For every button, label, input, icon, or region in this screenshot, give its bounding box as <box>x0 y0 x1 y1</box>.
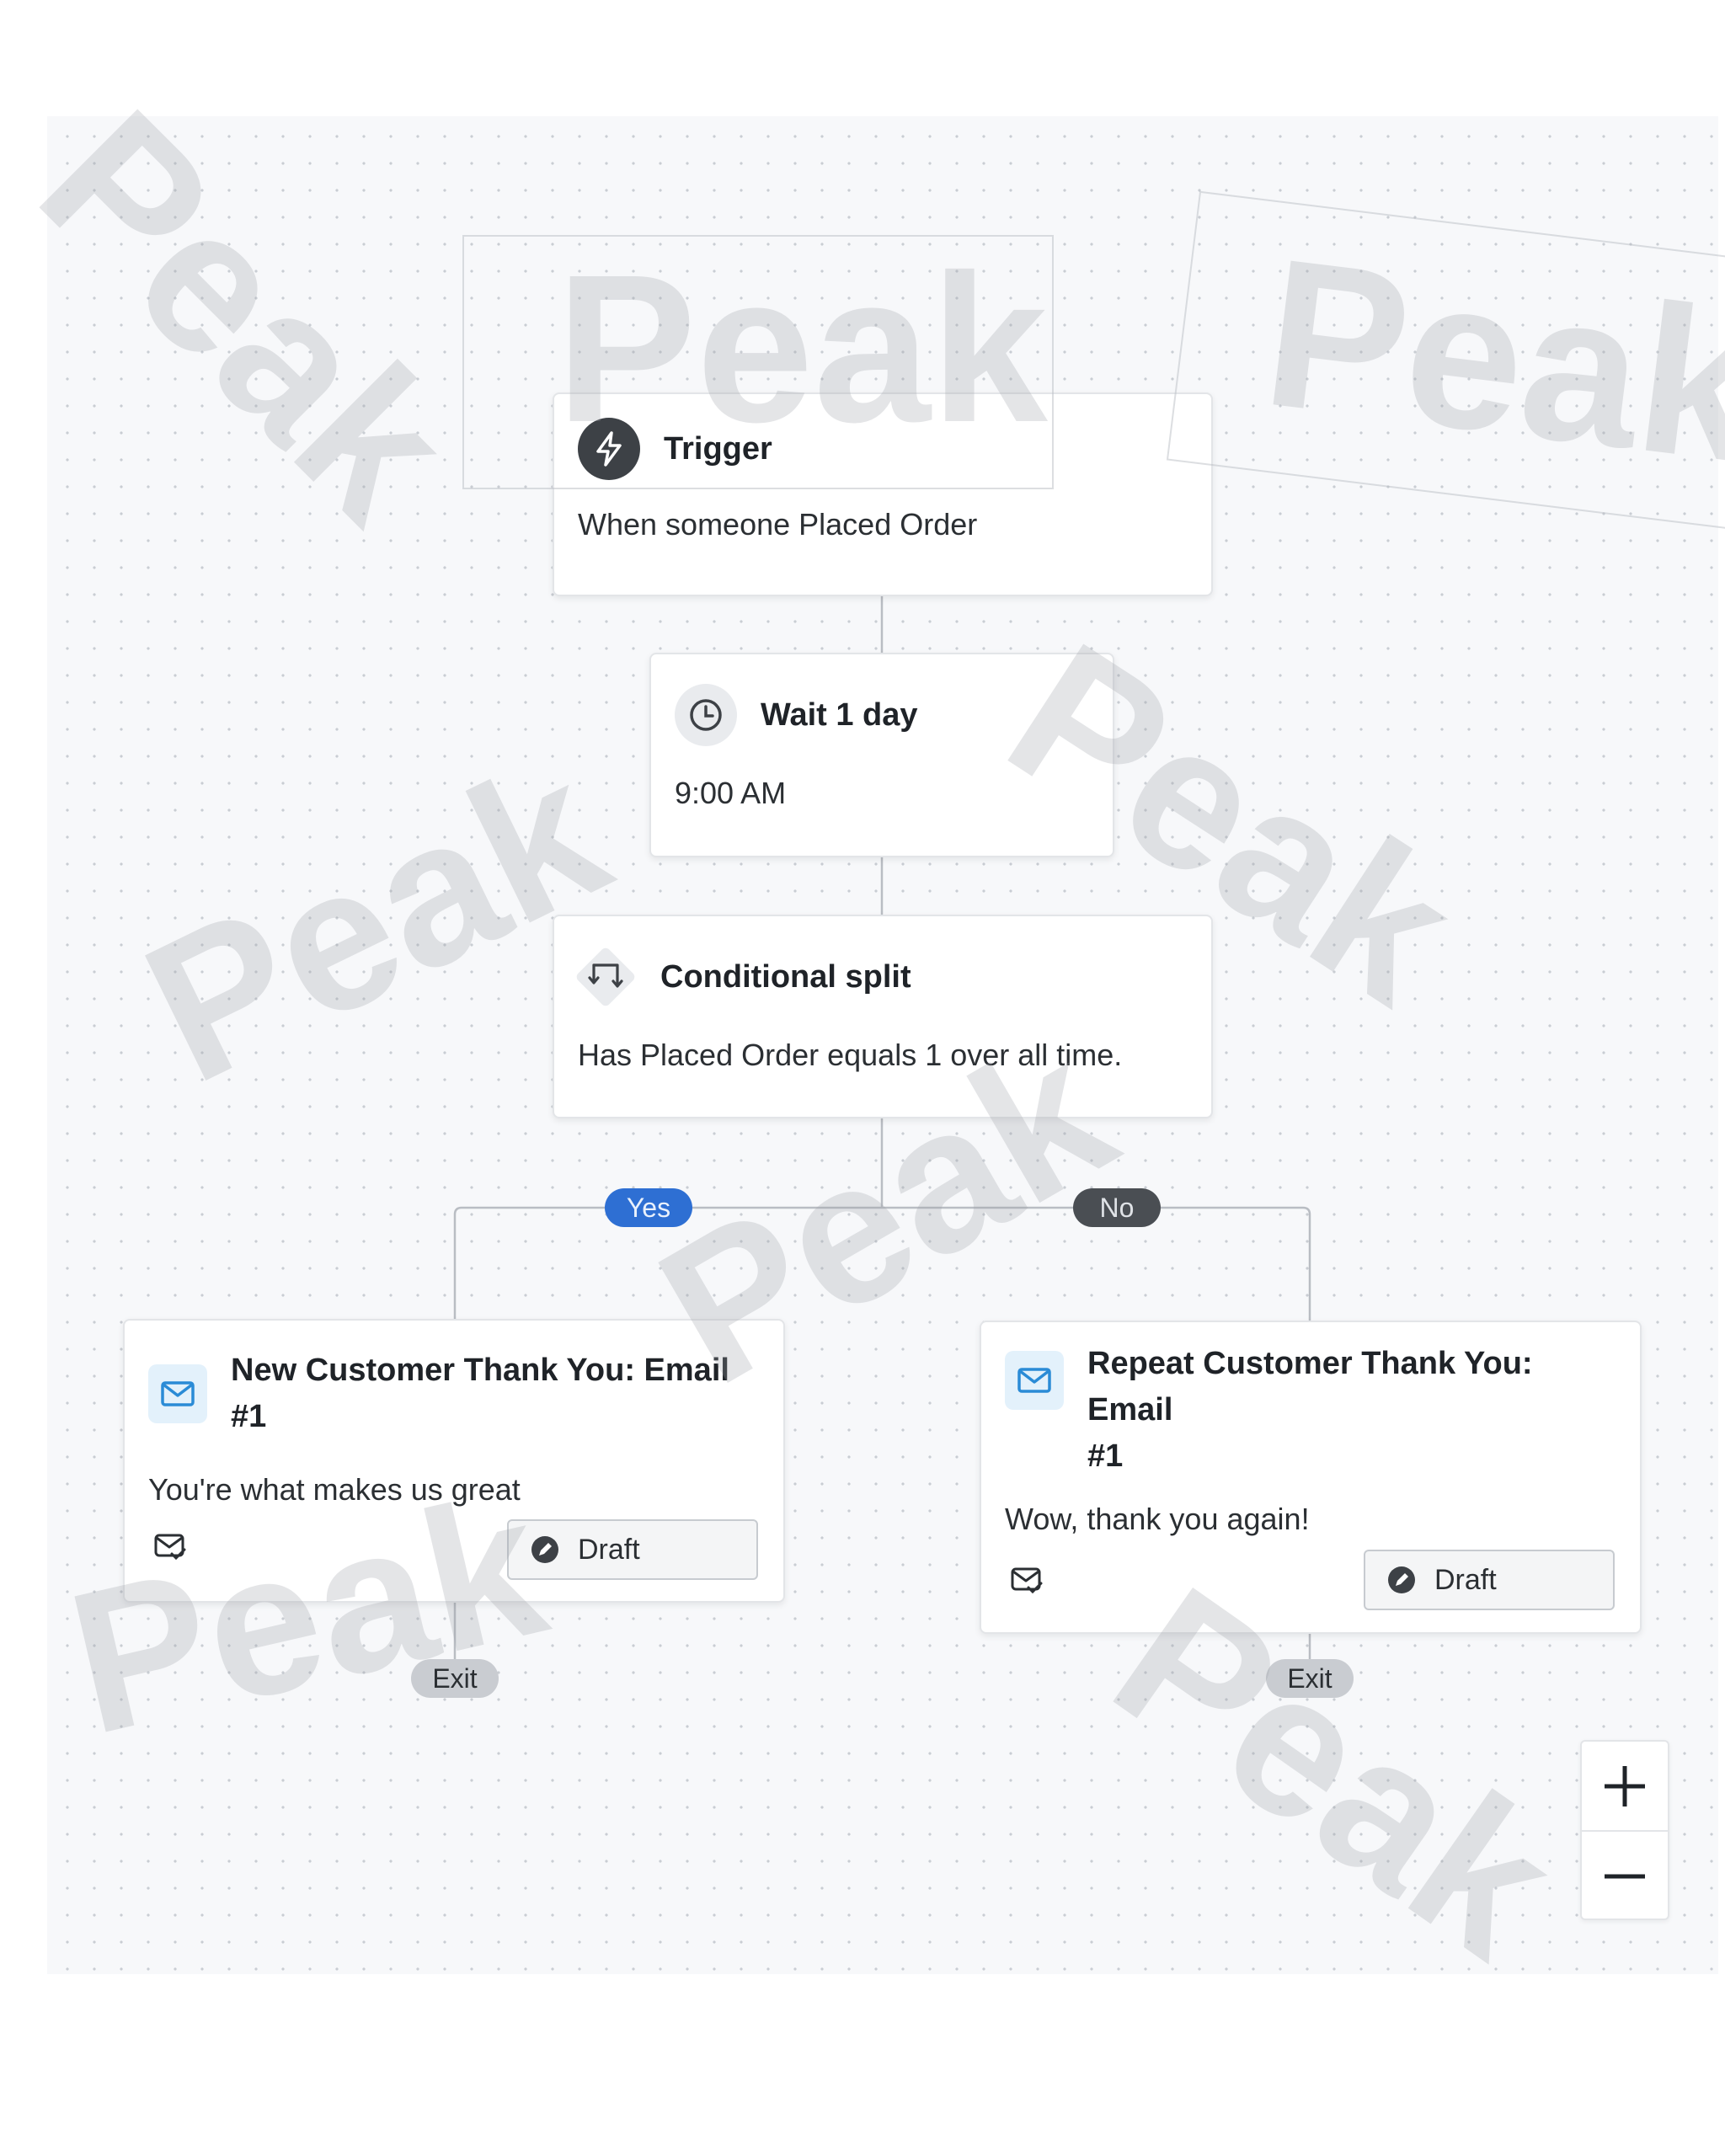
wait-title: Wait 1 day <box>761 696 918 733</box>
minus-icon <box>1605 1874 1645 1878</box>
email-check-icon <box>1010 1565 1044 1599</box>
draft-icon <box>531 1536 558 1563</box>
email-repeat-subject: Wow, thank you again! <box>1005 1502 1310 1536</box>
draft-status-label: Draft <box>578 1533 640 1566</box>
plus-icon <box>1605 1765 1645 1806</box>
split-title: Conditional split <box>660 958 911 995</box>
mail-icon <box>148 1364 207 1423</box>
draft-icon <box>1388 1566 1415 1593</box>
trigger-description: When someone Placed Order <box>578 507 978 542</box>
draft-status-button[interactable]: Draft <box>1364 1550 1615 1610</box>
split-arrows-icon <box>574 946 637 1008</box>
wait-time: 9:00 AM <box>675 776 787 810</box>
clock-icon <box>675 684 737 746</box>
zoom-in-button[interactable] <box>1582 1742 1668 1830</box>
split-condition: Has Placed Order equals 1 over all time. <box>578 1038 1123 1072</box>
lightning-icon <box>578 418 640 480</box>
draft-status-label: Draft <box>1434 1563 1497 1596</box>
email-repeat-title-line2: #1 <box>1087 1438 1124 1474</box>
trigger-node[interactable]: Trigger When someone Placed Order <box>553 392 1213 596</box>
mail-icon <box>1005 1351 1064 1410</box>
email-new-title: New Customer Thank You: Email #1 <box>231 1353 729 1434</box>
zoom-controls <box>1580 1740 1669 1920</box>
exit-label-left: Exit <box>411 1659 499 1698</box>
email-new-subject: You're what makes us great <box>148 1472 521 1507</box>
trigger-title: Trigger <box>664 430 772 467</box>
zoom-out-button[interactable] <box>1582 1830 1668 1920</box>
email-repeat-title-line1: Repeat Customer Thank You: Email <box>1087 1346 1533 1428</box>
email-check-icon <box>153 1531 187 1566</box>
draft-status-button[interactable]: Draft <box>507 1519 758 1580</box>
exit-label-right: Exit <box>1266 1659 1354 1698</box>
conditional-split-node[interactable]: Conditional split Has Placed Order equal… <box>553 915 1213 1118</box>
yes-branch-label: Yes <box>605 1188 692 1227</box>
email-repeat-title: Repeat Customer Thank You: Email #1 <box>1087 1341 1616 1480</box>
email-node-repeat-customer[interactable]: Repeat Customer Thank You: Email #1 Wow,… <box>980 1321 1642 1634</box>
email-node-new-customer[interactable]: New Customer Thank You: Email #1 You're … <box>123 1319 785 1603</box>
no-branch-label: No <box>1073 1188 1161 1227</box>
wait-node[interactable]: Wait 1 day 9:00 AM <box>649 653 1114 857</box>
